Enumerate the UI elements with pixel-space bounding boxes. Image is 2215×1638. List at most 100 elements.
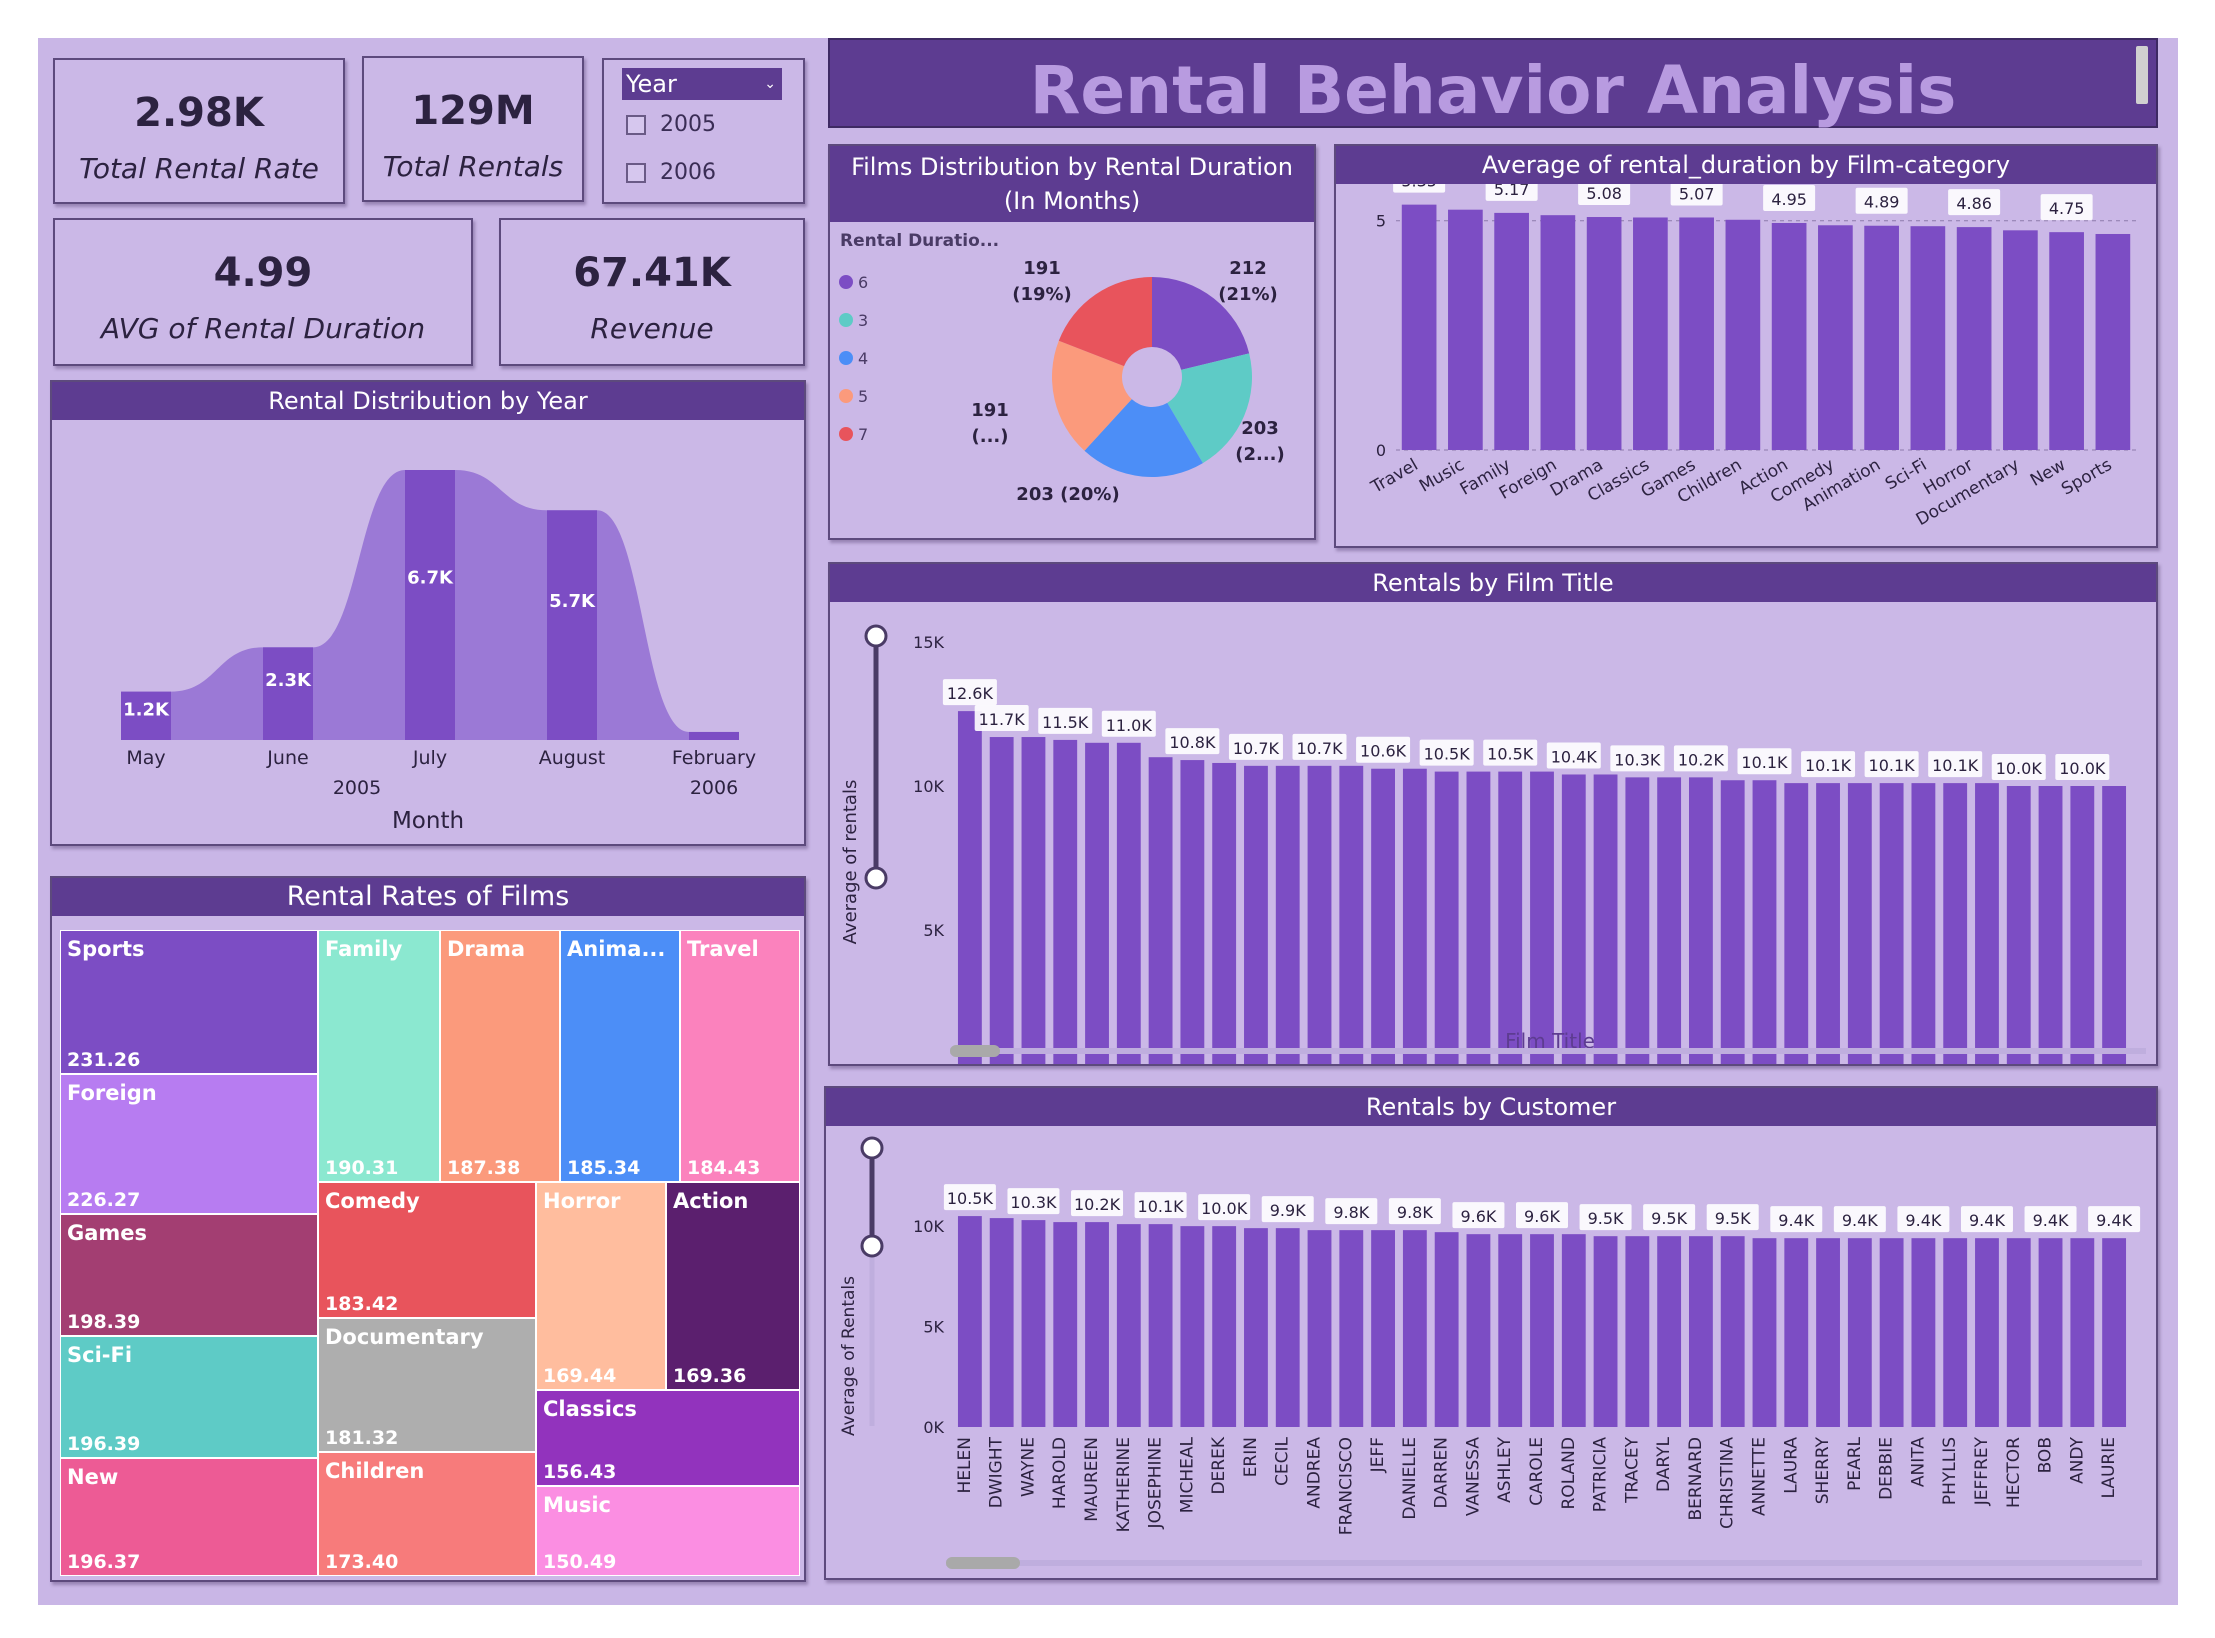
data-label: 10.2K (1074, 1195, 1121, 1214)
range-slider-handle (864, 624, 888, 648)
bar (1689, 777, 1713, 1064)
x-tick-label: HAROLD (1050, 1437, 1070, 1509)
bar (1625, 1236, 1650, 1427)
data-label: 9.4K (1778, 1211, 1814, 1230)
x-tick-label: DARYL (1654, 1436, 1674, 1492)
treemap-cell-games[interactable]: Games 198.39 (60, 1214, 318, 1336)
avg-duration-category-panel: Average of rental_duration by Film-categ… (1334, 144, 2158, 548)
range-slider-handle (864, 866, 888, 890)
bar (1657, 777, 1682, 1064)
x-tick-label: ROLAND (1559, 1437, 1579, 1510)
treemap-cell-action[interactable]: Action 169.36 (666, 1182, 800, 1390)
bar (1339, 765, 1364, 1064)
x-tick-label: DEREK (1209, 1436, 1229, 1494)
bar (1466, 1234, 1491, 1427)
bar (2070, 786, 2095, 1064)
treemap-cell-documentary[interactable]: Documentary 181.32 (318, 1318, 536, 1452)
bar (1085, 742, 1109, 1064)
x-tick-label: VANESSA (1463, 1437, 1483, 1517)
bar (1771, 222, 1807, 450)
kpi-label: Total Rental Rate (79, 152, 319, 185)
x-tick-label: WAYNE (1018, 1437, 1038, 1497)
bar (1434, 771, 1459, 1064)
treemap-cell-label: Sports (67, 937, 145, 961)
x-tick-label: May (126, 747, 165, 769)
page-title: Rental Behavior Analysis (1029, 52, 1957, 129)
treemap-cell-foreign[interactable]: Foreign 226.27 (60, 1074, 318, 1214)
data-label: 10.7K (1296, 739, 1343, 758)
treemap-cell-label: Foreign (67, 1081, 157, 1105)
treemap-cell-music[interactable]: Music 150.49 (536, 1486, 800, 1576)
rentals-by-customer-panel: Rentals by Customer 0K 5K 10K 10.5K HELEN DWI… (824, 1086, 2158, 1580)
panel-title: Average of rental_duration by Film-categ… (1336, 146, 2156, 184)
treemap-cell-family[interactable]: Family 190.31 (318, 930, 440, 1182)
bar (1864, 225, 1899, 450)
treemap-cell-sports[interactable]: Sports 231.26 (60, 930, 318, 1074)
bar (2006, 1238, 2031, 1427)
x-tick-label: LAURIE (2099, 1437, 2119, 1499)
bar (2070, 1238, 2095, 1427)
slicer-option-2006[interactable]: 2006 (626, 160, 716, 185)
data-label: 203 (20%) (1016, 484, 1119, 505)
treemap-cell-value: 169.36 (673, 1365, 747, 1387)
data-label: 9.6K (1460, 1207, 1496, 1226)
legend-marker (839, 427, 853, 441)
treemap-cell-scifi[interactable]: Sci-Fi 196.39 (60, 1336, 318, 1458)
treemap-cell-label: Comedy (325, 1189, 420, 1213)
kpi-total-rental-rate: 2.98K Total Rental Rate (53, 58, 345, 204)
treemap-cell-children[interactable]: Children 173.40 (318, 1452, 536, 1576)
y-tick-label: 0 (1376, 441, 1386, 460)
bar (1816, 783, 1840, 1064)
bar (1498, 1234, 1523, 1427)
scrollbar[interactable] (2136, 46, 2148, 104)
data-label: 10.5K (1487, 745, 1534, 764)
scrollbar-track (946, 1560, 2142, 1566)
x-tick-label: August (539, 747, 606, 769)
y-axis-title: Average of rentals (840, 780, 861, 945)
data-label: 2.3K (265, 670, 312, 691)
data-label: 191 (971, 400, 1009, 421)
data-label: 11.0K (1106, 716, 1153, 735)
bar-february (689, 731, 739, 740)
legend-marker (839, 389, 853, 403)
bar (1689, 1236, 1713, 1427)
treemap-cell-new[interactable]: New 196.37 (60, 1458, 318, 1576)
bar (1494, 212, 1529, 450)
bar (1720, 780, 1745, 1064)
option-label: 2005 (660, 112, 716, 137)
year-label: 2006 (690, 777, 738, 799)
data-label: 10.2K (1678, 750, 1725, 769)
panel-title: Films Distribution by Rental Duration (I… (830, 146, 1314, 222)
bar (1053, 739, 1078, 1064)
data-label: (21%) (1218, 284, 1278, 305)
treemap-cell-label: Classics (543, 1397, 637, 1421)
treemap-cell-travel[interactable]: Travel 184.43 (680, 930, 800, 1182)
bar (1752, 1238, 1777, 1427)
checkbox[interactable] (626, 163, 646, 183)
data-label: 10.5K (1424, 745, 1471, 764)
treemap-cell-drama[interactable]: Drama 187.38 (440, 930, 560, 1182)
x-tick-label: CAROLE (1527, 1437, 1547, 1506)
treemap-cell-anima[interactable]: Anima... 185.34 (560, 930, 680, 1182)
bar (1212, 762, 1237, 1064)
slicer-option-2005[interactable]: 2005 (626, 112, 716, 137)
bar (2049, 232, 2084, 450)
data-label: 212 (1229, 258, 1267, 279)
bar (1720, 1236, 1745, 1427)
checkbox[interactable] (626, 115, 646, 135)
bar (1540, 215, 1576, 450)
data-label: 6.7K (407, 567, 454, 588)
slicer-header[interactable]: Year ⌄ (622, 68, 782, 100)
treemap-cell-comedy[interactable]: Comedy 183.42 (318, 1182, 536, 1318)
legend-label: 7 (858, 425, 868, 444)
treemap-cell-horror[interactable]: Horror 169.44 (536, 1182, 666, 1390)
treemap-cell-classics[interactable]: Classics 156.43 (536, 1390, 800, 1486)
bar (1847, 1238, 1872, 1427)
bar (1593, 774, 1618, 1064)
bar (989, 737, 1014, 1064)
bar (1975, 783, 1999, 1064)
year-slicer: Year ⌄ 2005 2006 (602, 58, 805, 204)
y-axis-title: Average of Rentals (839, 1276, 859, 1436)
kpi-value: 4.99 (213, 250, 313, 296)
films-distribution-donut-chart: Rental Duratio... 6 3 4 5 7 212 (21%) 203 (2...) 2… (839, 231, 1285, 505)
